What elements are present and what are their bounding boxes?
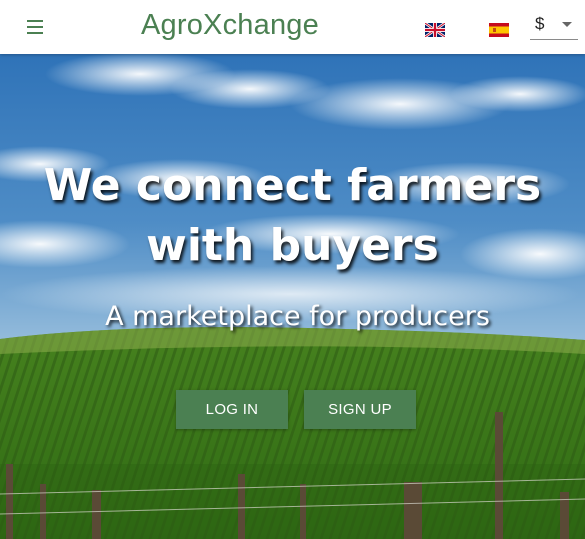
currency-select[interactable]: $ (530, 10, 578, 40)
brand-title[interactable]: AgroXchange (141, 9, 319, 42)
spain-flag-icon[interactable] (489, 23, 509, 37)
uk-flag-icon[interactable] (425, 23, 445, 37)
login-button[interactable]: LOG IN (176, 390, 288, 429)
chevron-down-icon (562, 22, 572, 27)
menu-icon[interactable] (24, 17, 46, 37)
hero-headline: We connect farmers with buyers (0, 156, 585, 276)
hero-headline-line2: with buyers (146, 220, 439, 271)
hero-section: We connect farmers with buyers A marketp… (0, 54, 585, 539)
hero-background-image (0, 54, 585, 539)
signup-button[interactable]: SIGN UP (304, 390, 416, 429)
hero-headline-line1: We connect farmers (43, 160, 542, 211)
currency-value: $ (535, 14, 545, 33)
top-app-bar: AgroXchange $ (0, 0, 585, 54)
hero-subheadline: A marketplace for producers (105, 301, 490, 332)
